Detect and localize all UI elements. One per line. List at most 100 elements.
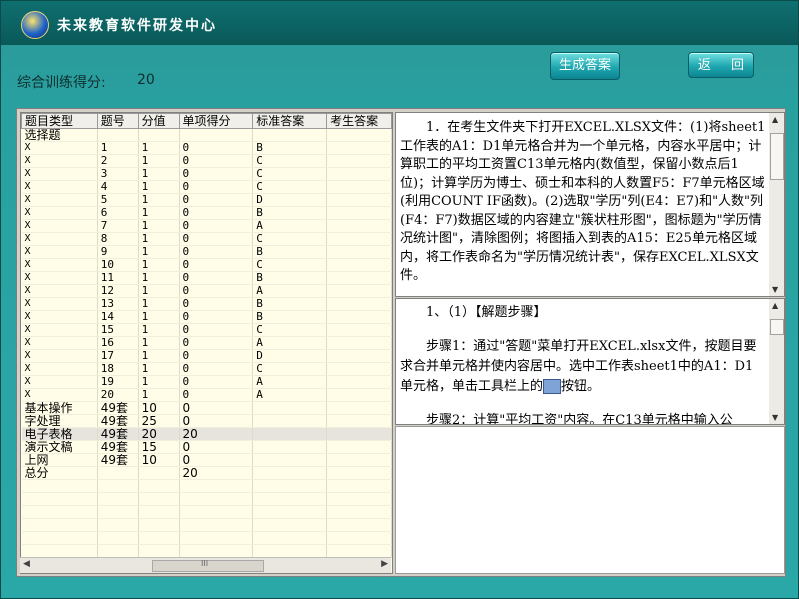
- wrong-mark: X: [21, 297, 98, 311]
- wrong-mark: X: [21, 154, 98, 168]
- empty-cell: [97, 505, 139, 519]
- results-grid[interactable]: 题目类型 题号 分值 单项得分 标准答案 考生答案 选择题 X110BX210C…: [20, 112, 393, 574]
- solution-pane[interactable]: 1、（1）【解题步骤】 步骤1：通过"答题"菜单打开EXCEL.xlsx文件，按…: [395, 298, 785, 425]
- summary-standard-answer: [252, 414, 328, 428]
- points-value: 1: [138, 375, 180, 389]
- horizontal-scroll-thumb[interactable]: III: [152, 559, 264, 572]
- summary-standard-answer: [252, 466, 328, 480]
- summary-score: 0: [179, 401, 254, 415]
- choice-row[interactable]: X 11 1 0 B: [21, 271, 392, 285]
- student-answer: [326, 206, 392, 220]
- wrong-mark: X: [21, 323, 98, 337]
- item-score: 0: [179, 167, 254, 181]
- wrong-mark: X: [21, 167, 98, 181]
- summary-student-answer: [326, 453, 392, 467]
- summary-type: 总分: [21, 466, 98, 480]
- summary-no: [97, 466, 139, 480]
- choice-row[interactable]: X510D: [21, 193, 392, 207]
- empty-cell: [21, 544, 98, 558]
- solution-scrollbar[interactable]: ▲ ▼: [769, 299, 784, 424]
- points-value: 1: [138, 141, 180, 155]
- col-header-student-answer[interactable]: 考生答案: [326, 113, 392, 129]
- empty-cell: [326, 518, 392, 532]
- choice-row[interactable]: X 20 1 0 A: [21, 388, 392, 402]
- col-header-standard-answer[interactable]: 标准答案: [252, 113, 328, 129]
- points-value: 1: [138, 154, 180, 168]
- scroll-down-arrow-icon[interactable]: ▼: [772, 285, 778, 294]
- col-header-number[interactable]: 题号: [96, 113, 139, 129]
- wrong-mark: X: [21, 284, 98, 298]
- choice-row[interactable]: X 14 1 0 B: [21, 310, 392, 324]
- scroll-up-arrow-icon[interactable]: ▲: [772, 115, 778, 124]
- question-scroll-thumb[interactable]: [770, 133, 784, 180]
- points-value: 1: [138, 349, 180, 363]
- summary-standard-answer: [252, 401, 328, 415]
- horizontal-scrollbar[interactable]: ◀ III ▶: [20, 557, 391, 573]
- points-value: 1: [138, 336, 180, 350]
- summary-row[interactable]: 上网 49套 10 0: [21, 453, 392, 467]
- choice-row[interactable]: X 12 1 0 A: [21, 284, 392, 298]
- question-pane[interactable]: 1．在考生文件夹下打开EXCEL.XLSX文件：(1)将sheet1工作表的A1…: [395, 112, 785, 297]
- choice-row[interactable]: X 19 1 0 A: [21, 375, 392, 389]
- back-button[interactable]: 返 回: [688, 52, 754, 78]
- question-scrollbar[interactable]: ▲ ▼: [769, 113, 784, 296]
- empty-cell: [138, 505, 180, 519]
- summary-standard-answer: [252, 427, 328, 441]
- scroll-up-arrow-icon[interactable]: ▲: [772, 301, 778, 310]
- item-score: 0: [179, 271, 254, 285]
- choice-row[interactable]: X 10 1 0 C: [21, 258, 392, 272]
- choice-row[interactable]: X 17 1 0 D: [21, 349, 392, 363]
- question-number: 6: [97, 206, 139, 220]
- choice-row[interactable]: X 18 1 0 C: [21, 362, 392, 376]
- choice-row[interactable]: X910B: [21, 245, 392, 259]
- question-number: 20: [97, 388, 139, 402]
- standard-answer: D: [252, 349, 328, 363]
- summary-score: 0: [179, 414, 254, 428]
- summary-no: 49套: [97, 440, 139, 454]
- empty-cell: [21, 531, 98, 545]
- choice-row[interactable]: X 16 1 0 A: [21, 336, 392, 350]
- summary-row[interactable]: 演示文稿 49套 15 0: [21, 440, 392, 454]
- student-answer: [326, 232, 392, 246]
- summary-row[interactable]: 字处理 49套 25 0: [21, 414, 392, 428]
- group-row-choice[interactable]: 选择题: [21, 128, 392, 142]
- scroll-down-arrow-icon[interactable]: ▼: [772, 413, 778, 422]
- empty-cell: [97, 479, 139, 493]
- empty-cell: [138, 479, 180, 493]
- choice-row[interactable]: X410C: [21, 180, 392, 194]
- summary-pts: 10: [138, 401, 180, 415]
- standard-answer: A: [252, 375, 328, 389]
- empty-cell: [326, 492, 392, 506]
- choice-row[interactable]: X 13 1 0 B: [21, 297, 392, 311]
- summary-score: 0: [179, 453, 254, 467]
- empty-row: [21, 492, 392, 506]
- choice-row[interactable]: X210C: [21, 154, 392, 168]
- choice-row[interactable]: X810C: [21, 232, 392, 246]
- choice-row[interactable]: X710A: [21, 219, 392, 233]
- choice-row[interactable]: X310C: [21, 167, 392, 181]
- summary-row[interactable]: 基本操作 49套 10 0: [21, 401, 392, 415]
- scroll-left-arrow-icon[interactable]: ◀: [23, 559, 30, 569]
- points-value: 1: [138, 206, 180, 220]
- empty-cell: [179, 518, 254, 532]
- app-title: 未来教育软件研发中心: [57, 18, 217, 34]
- summary-row[interactable]: 总分 20: [21, 466, 392, 480]
- student-answer: [326, 310, 392, 324]
- empty-row: [21, 544, 392, 558]
- col-header-type[interactable]: 题目类型: [21, 113, 98, 129]
- scroll-right-arrow-icon[interactable]: ▶: [381, 559, 388, 569]
- col-header-item-score[interactable]: 单项得分: [178, 113, 254, 129]
- item-score: 0: [179, 206, 254, 220]
- choice-row[interactable]: X610B: [21, 206, 392, 220]
- choice-row[interactable]: X 15 1 0 C: [21, 323, 392, 337]
- points-value: 1: [138, 284, 180, 298]
- points-value: 1: [138, 219, 180, 233]
- col-header-points[interactable]: 分值: [137, 113, 180, 129]
- choice-row[interactable]: X110B: [21, 141, 392, 155]
- points-value: 1: [138, 271, 180, 285]
- summary-row[interactable]: 电子表格 49套 20 20: [21, 427, 392, 441]
- solution-scroll-thumb[interactable]: [770, 319, 784, 335]
- wrong-mark: X: [21, 193, 98, 207]
- summary-no: 49套: [97, 453, 139, 467]
- generate-answer-button[interactable]: 生成答案: [550, 52, 620, 80]
